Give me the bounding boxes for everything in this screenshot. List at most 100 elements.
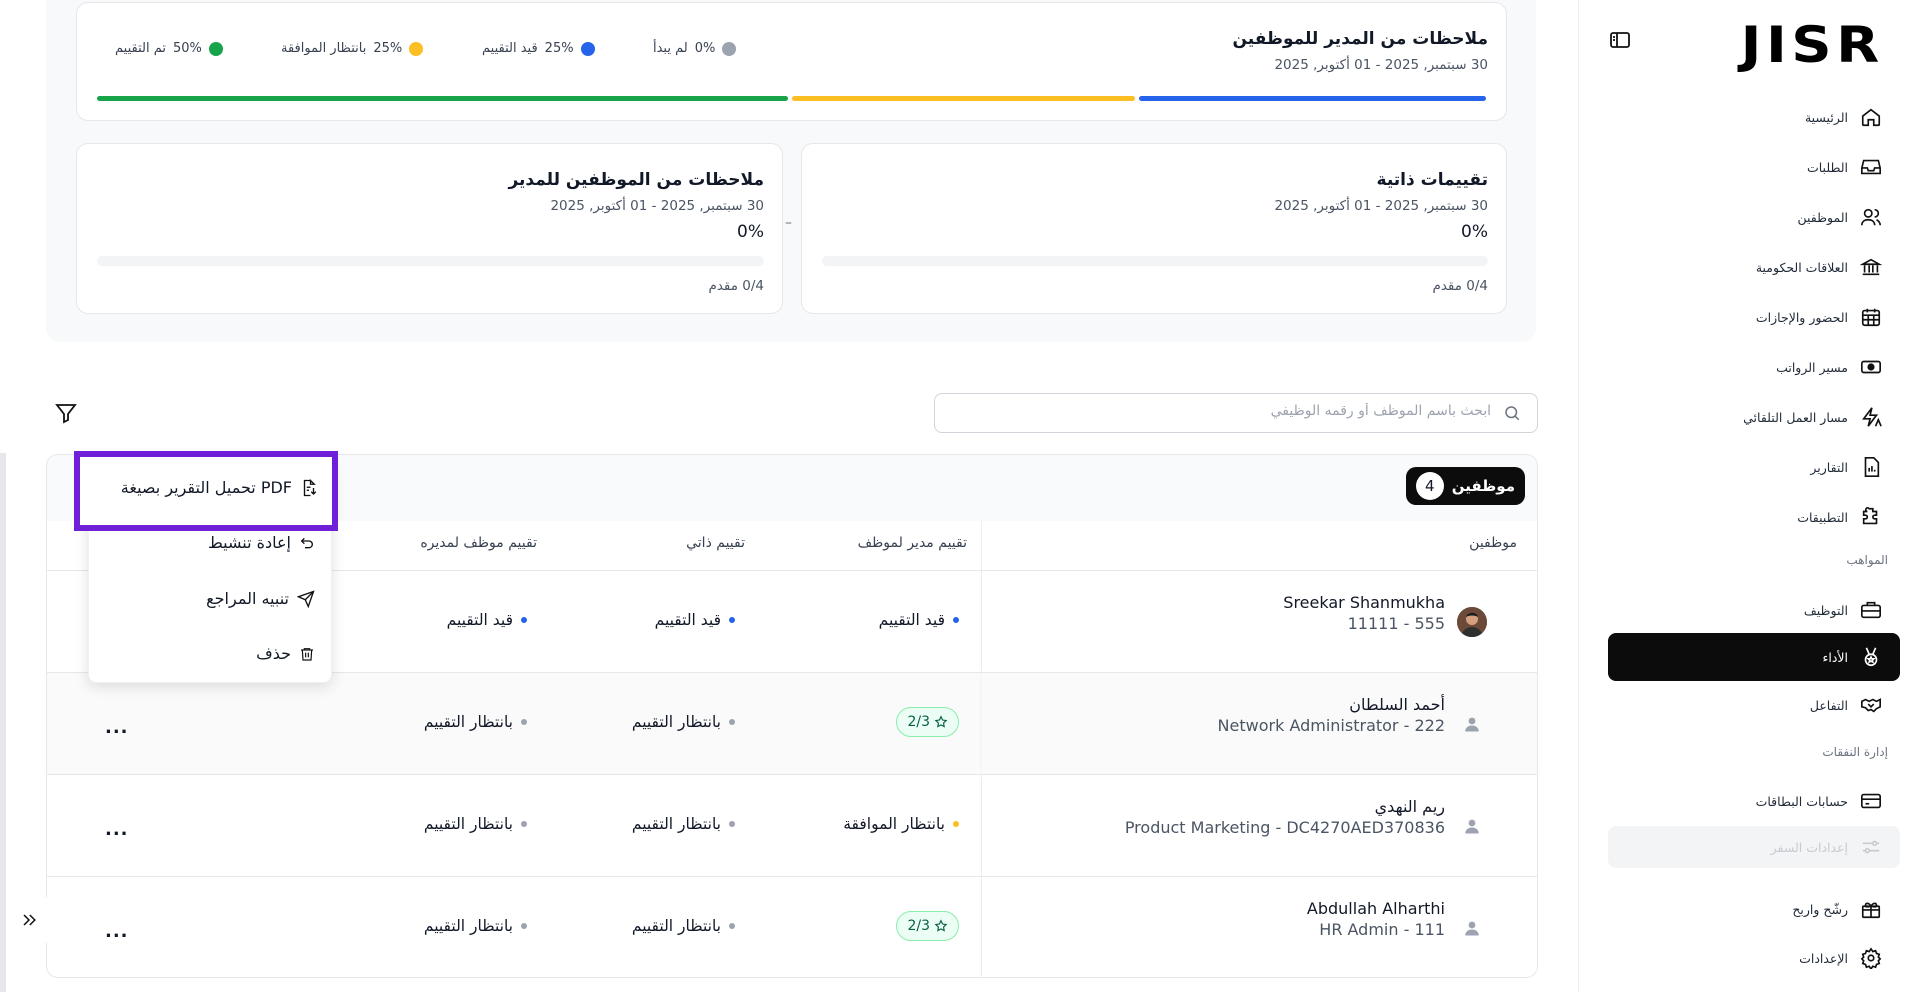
table-row[interactable]: Abdullah Alharthi HR Admin - 111 2/3 بان…	[47, 876, 1537, 977]
sidebar-item-travel-settings[interactable]: إعدادات السفر	[1608, 826, 1900, 868]
status-label: قيد التقييم	[878, 611, 945, 629]
search-input[interactable]	[971, 403, 1491, 419]
sidebar-item-engagement[interactable]: التفاعل	[1608, 681, 1900, 729]
status-label: بانتظار التقييم	[423, 917, 513, 935]
filter-icon[interactable]	[54, 401, 80, 427]
highlighted-download-option: تحميل التقرير بصيغة PDF	[74, 451, 338, 531]
employee-cell: أحمد السلطان Network Administrator - 222	[982, 673, 1537, 774]
sidebar-item-card-accounts[interactable]: حسابات البطاقات	[1608, 777, 1900, 825]
expand-panel-button[interactable]	[6, 897, 52, 943]
sidebar-item-label: التوظيف	[1803, 602, 1848, 618]
card-date: 30 سبتمبر, 2025 - 01 أكتوبر, 2025	[550, 198, 764, 214]
sidebar-item-label: مسار العمل التلقائي	[1743, 409, 1848, 425]
person-icon	[1457, 913, 1487, 943]
menu-item-download-pdf[interactable]: تحميل التقرير بصيغة PDF	[121, 478, 318, 497]
card-title: ملاحظات من الموظفين للمدير	[508, 170, 764, 190]
status-progress-bar	[97, 96, 1486, 101]
star-icon	[934, 715, 948, 729]
person-icon	[1457, 709, 1487, 739]
employee-name[interactable]: أحمد السلطان	[1349, 695, 1445, 714]
handshake-icon	[1858, 692, 1884, 718]
person-icon	[1457, 811, 1487, 841]
sidebar-item-home[interactable]: الرئيسية	[1608, 93, 1900, 141]
status-label: بانتظار التقييم	[631, 917, 721, 935]
column-header-self[interactable]: تقييم ذاتي	[686, 535, 745, 551]
card-separator: –	[785, 215, 792, 231]
employee-title: HR Admin - 111	[1319, 920, 1445, 939]
sidebar-item-government-relations[interactable]: العلاقات الحكومية	[1608, 243, 1900, 291]
progress-percent: 0%	[1461, 222, 1488, 242]
jisr-logo[interactable]: JISR	[1741, 16, 1884, 74]
card-title: ملاحظات من المدير للموظفين	[1232, 29, 1488, 49]
legend-pending-approval: بانتظار الموافقة 25%	[281, 41, 424, 56]
sidebar-item-requests[interactable]: الطلبات	[1608, 143, 1900, 191]
chevrons-right-icon	[19, 910, 39, 930]
status-badge: بانتظار التقييم	[424, 815, 527, 833]
automation-icon	[1858, 404, 1884, 430]
employee-name[interactable]: Abdullah Alharthi	[1307, 899, 1445, 918]
status-dot	[521, 719, 527, 725]
gear-icon	[1858, 945, 1884, 971]
column-header-employee-to-manager[interactable]: تقييم موظف لمديره	[420, 535, 537, 551]
sidebar-item-apps[interactable]: التطبيقات	[1608, 493, 1900, 541]
sidebar-item-attendance[interactable]: الحضور والإجازات	[1608, 293, 1900, 341]
legend-percent: 25%	[373, 41, 403, 56]
sidebar-item-payroll[interactable]: مسير الرواتب	[1608, 343, 1900, 391]
status-dot	[953, 821, 959, 827]
sidebar-item-label: إعدادات السفر	[1770, 839, 1848, 855]
sidebar-item-recruitment[interactable]: التوظيف	[1608, 586, 1900, 634]
sidebar-toggle-icon[interactable]	[1608, 28, 1632, 52]
manager-to-employee-feedback-card: ملاحظات من المدير للموظفين 30 سبتمبر, 20…	[76, 2, 1507, 121]
column-header-employees[interactable]: موظفين	[1469, 535, 1517, 551]
sidebar-item-label: الحضور والإجازات	[1755, 309, 1848, 325]
sidebar-item-refer-earn[interactable]: رشّح واربح	[1608, 885, 1900, 933]
legend-in-review: قيد التقييم 25%	[482, 41, 595, 56]
sidebar-item-settings[interactable]: الإعدادات	[1608, 934, 1900, 982]
sidebar-item-label: الإعدادات	[1799, 950, 1848, 966]
employee-name[interactable]: ريم النهدي	[1375, 797, 1445, 816]
credit-card-icon	[1858, 788, 1884, 814]
status-dot	[729, 821, 735, 827]
row-actions-button[interactable]: ...	[105, 921, 129, 942]
search-field[interactable]	[934, 393, 1538, 433]
employee-title: Network Administrator - 222	[1217, 716, 1445, 735]
menu-item-remind-reviewer[interactable]: تنبيه المراجع	[206, 589, 315, 608]
legend-dot	[580, 41, 595, 56]
status-badge: بانتظار الموافقة	[843, 815, 959, 833]
row-actions-button[interactable]: ...	[105, 819, 129, 840]
rating-pill[interactable]: 2/3	[896, 911, 959, 941]
sidebar-item-label: الأداء	[1822, 649, 1848, 665]
sidebar-item-label: مسير الرواتب	[1776, 359, 1848, 375]
menu-item-delete[interactable]: حذف	[256, 644, 315, 663]
sidebar-item-label: رشّح واربح	[1792, 901, 1848, 917]
sidebar-item-workflow[interactable]: مسار العمل التلقائي	[1608, 393, 1900, 441]
sidebar-item-employees[interactable]: الموظفين	[1608, 193, 1900, 241]
status-badge: بانتظار التقييم	[632, 713, 735, 731]
employee-cell: Sreekar Shanmukha 11111 - 555	[982, 571, 1537, 672]
legend-label: لم يبدأ	[653, 41, 688, 56]
status-badge: بانتظار التقييم	[632, 917, 735, 935]
menu-item-reactivate[interactable]: إعادة تنشيط	[208, 533, 315, 552]
undo-icon	[299, 535, 315, 551]
employee-name[interactable]: Sreekar Shanmukha	[1283, 593, 1445, 612]
column-header-manager-to-employee[interactable]: تقييم مدير لموظف	[858, 535, 967, 551]
puzzle-icon	[1858, 504, 1884, 530]
count-number: 4	[1415, 472, 1444, 500]
report-icon	[1858, 454, 1884, 480]
sidebar: JISR الرئيسية الطلبات الموظفين العلاقات …	[1578, 0, 1918, 992]
table-row[interactable]: أحمد السلطان Network Administrator - 222…	[47, 672, 1537, 774]
employee-to-manager-feedback-card: ملاحظات من الموظفين للمدير 30 سبتمبر, 20…	[76, 143, 783, 314]
progress-segment-completed	[97, 96, 788, 101]
table-row[interactable]: ريم النهدي Product Marketing - DC4270AED…	[47, 774, 1537, 876]
sidebar-item-performance[interactable]: الأداء	[1608, 633, 1900, 681]
rating-pill[interactable]: 2/3	[896, 707, 959, 737]
sidebar-item-label: حسابات البطاقات	[1755, 793, 1848, 809]
status-dot	[521, 821, 527, 827]
sidebar-item-reports[interactable]: التقارير	[1608, 443, 1900, 491]
card-date: 30 سبتمبر, 2025 - 01 أكتوبر, 2025	[1274, 57, 1488, 73]
sidebar-item-label: العلاقات الحكومية	[1755, 259, 1848, 275]
sidebar-item-label: التقارير	[1810, 459, 1848, 475]
medal-icon	[1858, 644, 1884, 670]
row-actions-button[interactable]: ...	[105, 717, 129, 738]
rating-value: 2/3	[907, 714, 930, 730]
